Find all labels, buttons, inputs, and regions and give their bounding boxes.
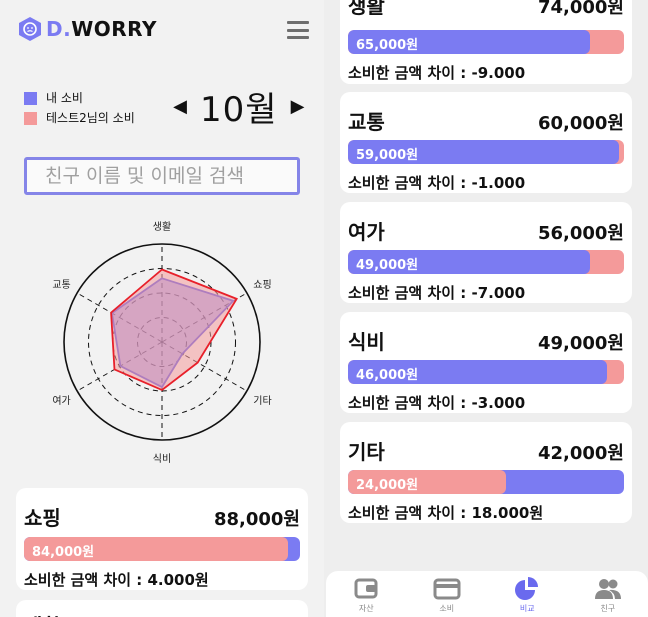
category-card-living[interactable]: 생활 74,000원 65,000원 소비한 금액 차이 : -9.000 — [340, 0, 632, 84]
category-name: 여가 — [348, 220, 385, 244]
comparison-bar: 46,000원 — [348, 360, 624, 384]
category-name: 기타 — [348, 440, 385, 464]
category-total: 56,000원 — [537, 223, 624, 244]
logo-hexagon-icon — [19, 17, 41, 41]
my-spending-amount: 59,000원 — [356, 148, 419, 163]
wallet-icon — [354, 578, 378, 599]
tab-label: 자산 — [358, 604, 374, 613]
category-name: 교통 — [348, 110, 385, 134]
tab-label: 소비 — [439, 604, 455, 613]
friends-icon — [594, 579, 621, 599]
category-name: 생활 — [24, 610, 61, 617]
category-card-leisure[interactable]: 여가 56,000원 49,000원 소비한 금액 차이 : -7.000 — [340, 202, 632, 303]
compare-screen-left: D.WORRY 내 소비 테스트2님의 소비 ◀ 10월 ▶ 생활쇼핑기타식비여… — [0, 0, 324, 617]
category-card-food[interactable]: 식비 49,000원 46,000원 소비한 금액 차이 : -3.000 — [340, 312, 632, 413]
my-spending-amount: 49,000원 — [356, 258, 419, 273]
radar-axis-label: 기타 — [253, 395, 271, 407]
radar-axis-label: 여가 — [52, 395, 70, 407]
category-card-living[interactable]: 생활 — [16, 600, 308, 617]
comparison-bar: 59,000원 — [348, 140, 624, 164]
tab-friends[interactable]: 친구 — [578, 576, 638, 614]
my-spending-amount: 46,000원 — [356, 368, 419, 383]
category-total: 74,000원 — [537, 0, 624, 18]
bottom-tab-bar: 자산 소비 비교 친구 — [326, 571, 648, 617]
spending-difference: 소비한 금액 차이 : -7.000 — [348, 284, 526, 302]
legend-swatch-mine — [24, 91, 37, 105]
tab-compare[interactable]: 비교 — [497, 576, 557, 614]
radar-axis-label: 쇼핑 — [253, 279, 271, 291]
category-name: 쇼핑 — [24, 506, 61, 530]
tab-label: 비교 — [519, 604, 535, 613]
logo-prefix: D. — [46, 17, 72, 41]
my-spending-amount: 84,000원 — [32, 545, 95, 560]
radar-axis-label: 생활 — [153, 220, 171, 233]
comparison-bar: 65,000원 — [348, 30, 624, 54]
credit-card-icon — [433, 578, 461, 600]
radar-axis-label: 교통 — [52, 279, 70, 291]
month-selector: ◀ 10월 ▶ — [172, 82, 306, 131]
my-spending-amount: 65,000원 — [356, 38, 419, 53]
chart-legend: 내 소비 테스트2님의 소비 — [24, 88, 135, 128]
category-card-etc[interactable]: 기타 42,000원 24,000원 소비한 금액 차이 : 18.000원 — [340, 422, 632, 523]
my-spending-amount: 24,000원 — [356, 478, 419, 493]
legend-swatch-friend — [24, 111, 37, 125]
radar-chart: 생활쇼핑기타식비 여가 교통 — [52, 220, 271, 465]
pie-chart-icon — [515, 577, 539, 600]
legend-item-mine: 내 소비 — [24, 88, 135, 108]
legend-label-friend: 테스트2님의 소비 — [46, 111, 135, 125]
tab-label: 친구 — [600, 604, 616, 613]
spending-difference: 소비한 금액 차이 : 4.000원 — [24, 571, 209, 589]
radar-series-friend — [110, 268, 239, 392]
category-name: 식비 — [348, 330, 385, 354]
comparison-bar: 84,000원 — [24, 537, 300, 561]
hamburger-menu-icon[interactable] — [287, 21, 309, 39]
category-name: 생활 — [348, 0, 385, 18]
spending-difference: 소비한 금액 차이 : -9.000 — [348, 64, 526, 82]
spending-difference: 소비한 금액 차이 : 18.000원 — [348, 504, 544, 522]
category-total: 88,000원 — [213, 509, 300, 530]
category-card-transport[interactable]: 교통 60,000원 59,000원 소비한 금액 차이 : -1.000 — [340, 92, 632, 193]
legend-label-mine: 내 소비 — [46, 91, 83, 105]
logo-suffix: WORRY — [71, 17, 157, 41]
compare-screen-right: 생활 74,000원 65,000원 소비한 금액 차이 : -9.000 교통… — [324, 0, 648, 617]
category-card-shopping[interactable]: 쇼핑 88,000원 84,000원 소비한 금액 차이 : 4.000원 — [16, 488, 308, 590]
category-total: 42,000원 — [537, 443, 624, 464]
tab-spending[interactable]: 소비 — [417, 576, 477, 614]
next-month-caret-right-icon[interactable]: ▶ — [290, 96, 306, 117]
category-total: 49,000원 — [537, 333, 624, 354]
spending-difference: 소비한 금액 차이 : -1.000 — [348, 174, 526, 192]
app-logo[interactable]: D.WORRY — [18, 16, 157, 42]
friend-search-input[interactable] — [24, 157, 300, 195]
comparison-bar: 24,000원 — [348, 470, 624, 494]
month-label: 10월 — [200, 90, 278, 130]
prev-month-caret-left-icon[interactable]: ◀ — [172, 96, 188, 117]
spending-difference: 소비한 금액 차이 : -3.000 — [348, 394, 526, 412]
legend-item-friend: 테스트2님의 소비 — [24, 108, 135, 128]
comparison-bar: 49,000원 — [348, 250, 624, 274]
tab-assets[interactable]: 자산 — [336, 576, 396, 614]
category-total: 60,000원 — [537, 113, 624, 134]
radar-axis-label: 식비 — [153, 453, 171, 465]
